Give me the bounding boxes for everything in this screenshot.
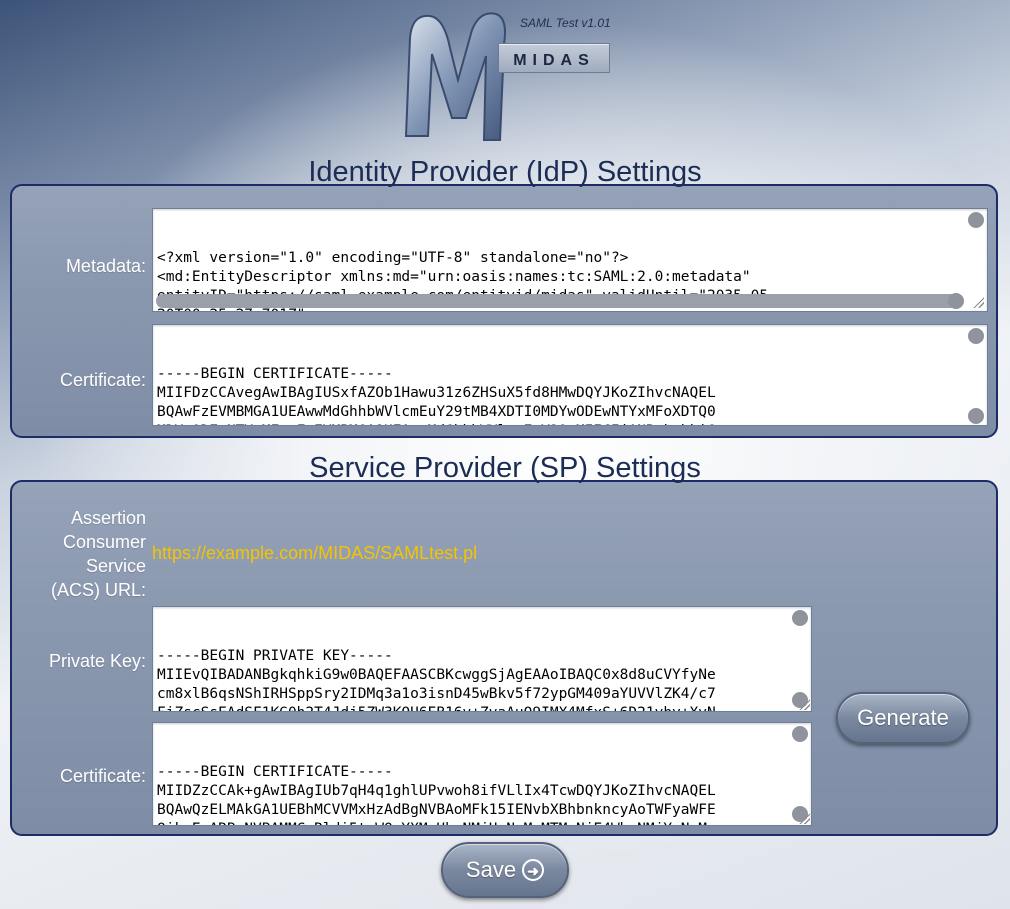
save-button[interactable]: Save ➜	[441, 842, 569, 898]
private-key-scrollbar-thumb[interactable]	[792, 610, 808, 626]
metadata-label: Metadata:	[65, 256, 146, 276]
generate-button[interactable]: Generate	[836, 692, 970, 744]
sp-section-title: Service Provider (SP) Settings	[309, 452, 701, 484]
arrow-right-circle-icon: ➜	[522, 859, 545, 881]
m-logo-icon	[404, 12, 506, 141]
metadata-scroll-end-dot[interactable]	[948, 293, 964, 309]
metadata-resize-grip-icon[interactable]	[972, 296, 984, 308]
sp-certificate-resize-grip-icon[interactable]	[798, 812, 810, 824]
idp-certificate-scroll-end-dot[interactable]	[968, 408, 984, 424]
sp-certificate-text: -----BEGIN CERTIFICATE----- MIIDZzCCAk+g…	[157, 764, 716, 825]
acs-url-label: Assertion Consumer Service (ACS) URL:	[50, 508, 146, 600]
idp-certificate-textarea[interactable]: -----BEGIN CERTIFICATE----- MIIFDzCCAveg…	[152, 324, 988, 426]
metadata-horizontal-scrollbar[interactable]	[156, 294, 960, 308]
acs-url-value: https://example.com/MIDAS/SAMLtest.pl	[152, 543, 478, 563]
sp-certificate-textarea[interactable]: -----BEGIN CERTIFICATE----- MIIDZzCCAk+g…	[152, 722, 812, 826]
midas-logo: SAML Test v1.01 MIDAS	[400, 8, 620, 148]
version-label: SAML Test v1.01	[520, 16, 611, 30]
metadata-scrollbar-thumb[interactable]	[968, 212, 984, 228]
idp-certificate-label: Certificate:	[59, 370, 146, 390]
idp-panel: Metadata: <?xml version="1.0" encoding="…	[10, 184, 998, 438]
private-key-text: -----BEGIN PRIVATE KEY----- MIIEvQIBADAN…	[157, 648, 716, 711]
sp-certificate-label: Certificate:	[59, 766, 146, 786]
idp-certificate-scrollbar-thumb[interactable]	[968, 328, 984, 344]
sp-panel: Assertion Consumer Service (ACS) URL: ht…	[10, 480, 998, 836]
midas-brand-label: MIDAS	[498, 43, 610, 73]
private-key-label: Private Key:	[48, 651, 146, 671]
private-key-textarea[interactable]: -----BEGIN PRIVATE KEY----- MIIEvQIBADAN…	[152, 606, 812, 712]
save-button-label: Save	[465, 857, 517, 882]
idp-certificate-text: -----BEGIN CERTIFICATE----- MIIFDzCCAveg…	[157, 366, 716, 425]
generate-button-label: Generate	[857, 705, 949, 730]
sp-certificate-scrollbar-thumb[interactable]	[792, 726, 808, 742]
private-key-resize-grip-icon[interactable]	[798, 698, 810, 710]
idp-section-title: Identity Provider (IdP) Settings	[308, 156, 702, 188]
